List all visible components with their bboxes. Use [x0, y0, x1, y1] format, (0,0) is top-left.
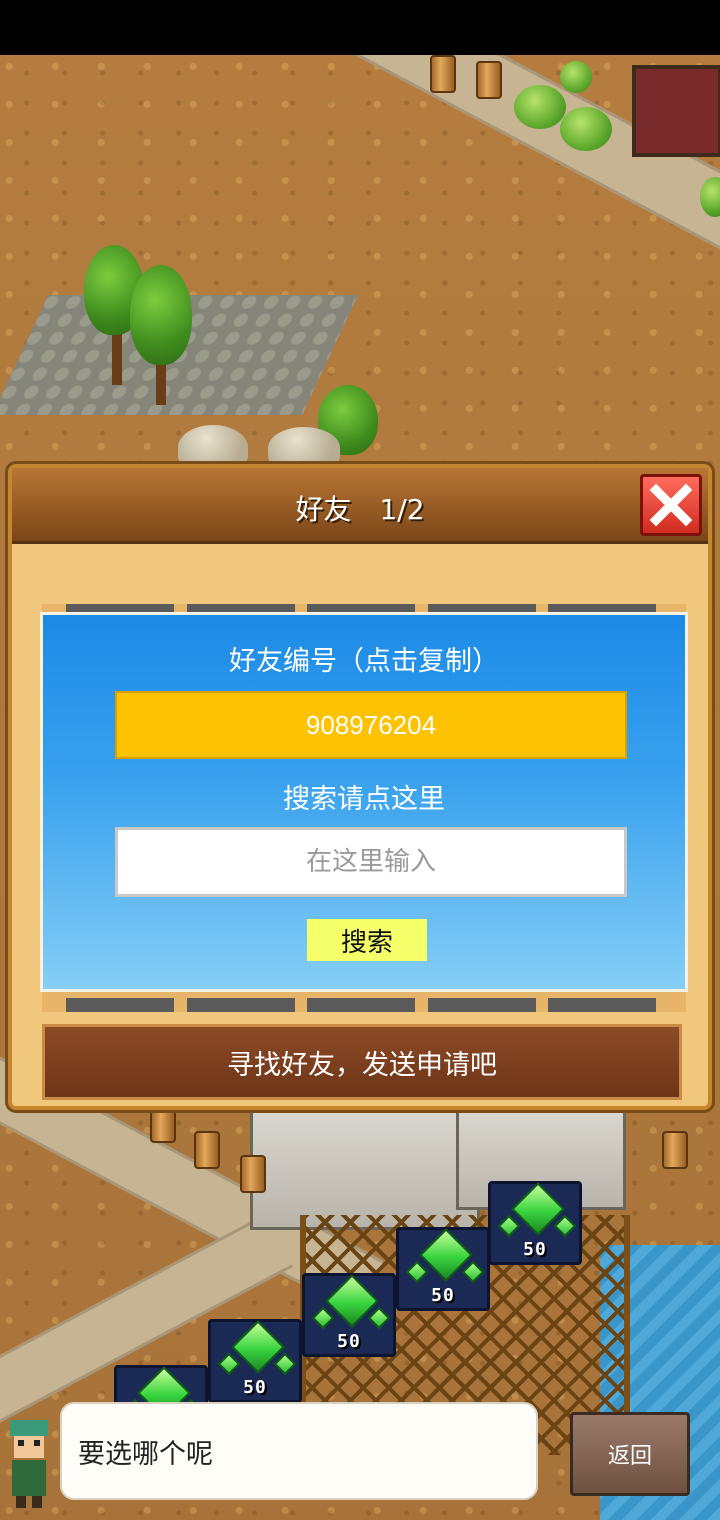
gem-icon — [553, 1214, 577, 1238]
shop-building[interactable] — [632, 65, 720, 157]
bush — [560, 107, 612, 151]
dialog-title: 好友 1/2 — [295, 493, 425, 526]
friend-search-input[interactable] — [115, 827, 627, 897]
gem-price: 50 — [523, 1239, 547, 1260]
gem-reward-tile[interactable]: 50 — [302, 1273, 396, 1357]
rock — [268, 427, 340, 469]
wooden-post — [150, 1105, 176, 1143]
frame-bars-bottom — [66, 998, 656, 1012]
friend-id-label: 好友编号（点击复制） — [229, 646, 499, 677]
wooden-post — [476, 61, 502, 99]
gem-price: 50 — [243, 1377, 267, 1398]
back-button[interactable]: 返回 — [570, 1412, 690, 1496]
dialog-header: 好友 1/2 — [12, 468, 708, 544]
wooden-post — [240, 1155, 266, 1193]
friend-id-copy-button[interactable]: 908976204 — [115, 691, 627, 759]
search-button[interactable]: 搜索 — [307, 919, 427, 961]
gem-icon — [497, 1214, 521, 1238]
gem-icon — [405, 1260, 429, 1284]
friend-dialog: 好友 1/2 好友编号（点击复制） 908976204 搜索请点这里 搜索 寻找… — [8, 464, 712, 1110]
gem-icon — [461, 1260, 485, 1284]
gem-reward-tile[interactable]: 50 — [488, 1181, 582, 1265]
gem-reward-tile[interactable]: 50 — [396, 1227, 490, 1311]
gem-price: 50 — [431, 1285, 455, 1306]
gem-icon — [367, 1306, 391, 1330]
gem-price: 50 — [337, 1331, 361, 1352]
warehouse-building[interactable] — [250, 1110, 480, 1230]
find-friends-hint: 寻找好友，发送申请吧 — [42, 1024, 682, 1100]
gem-icon — [311, 1306, 335, 1330]
gem-reward-tile[interactable]: 50 — [208, 1319, 302, 1403]
close-button[interactable] — [640, 474, 702, 536]
search-label: 搜索请点这里 — [283, 784, 445, 815]
wooden-post — [430, 55, 456, 93]
status-bar — [0, 0, 720, 55]
bush — [514, 85, 566, 129]
gem-icon — [217, 1352, 241, 1376]
gem-icon — [273, 1352, 297, 1376]
wooden-post — [194, 1131, 220, 1169]
friend-search-panel: 好友编号（点击复制） 908976204 搜索请点这里 搜索 — [40, 612, 688, 992]
tree-icon — [130, 265, 192, 365]
npc-speech-bubble: 要选哪个呢 — [60, 1402, 538, 1500]
wooden-post — [662, 1131, 688, 1169]
npc-avatar — [10, 1420, 48, 1508]
close-icon — [649, 483, 693, 527]
bush — [560, 61, 592, 93]
